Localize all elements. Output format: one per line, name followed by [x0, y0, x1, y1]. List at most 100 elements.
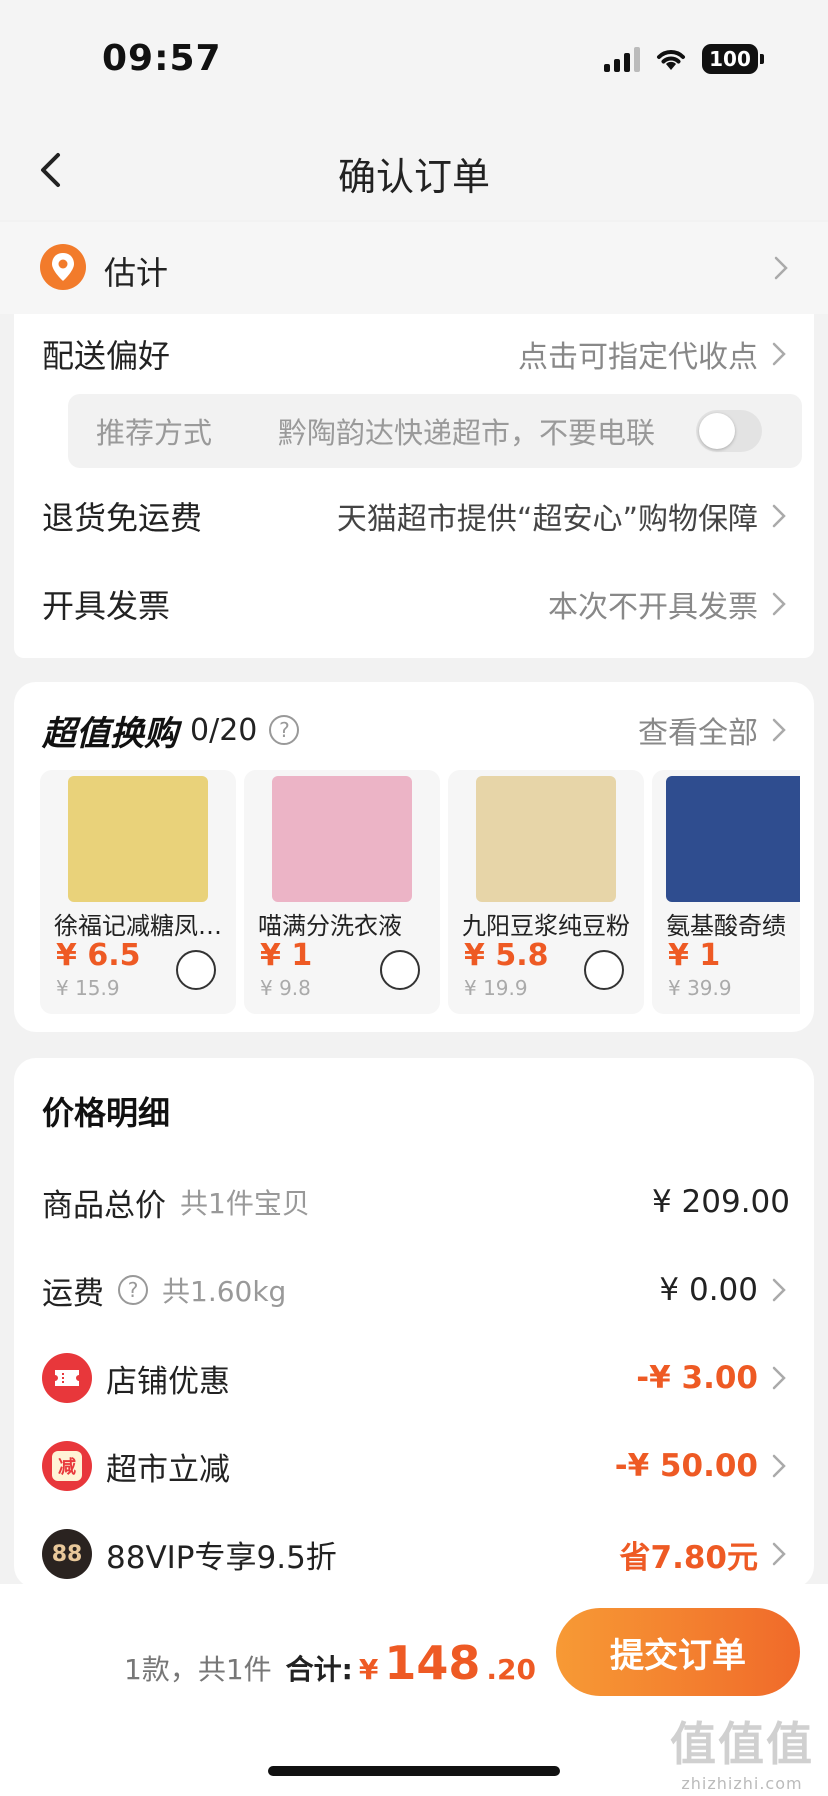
- chevron-right-icon: [768, 714, 790, 746]
- invoice-label: 开具发票: [42, 587, 171, 625]
- watermark-url: zhizhizhi.com: [681, 1774, 803, 1793]
- view-all-link[interactable]: 查看全部: [638, 708, 790, 752]
- delivery-preference-label: 配送偏好: [42, 337, 171, 375]
- product-original-price: ¥ 9.8: [260, 976, 311, 1000]
- price-detail-card: 价格明细 商品总价 共1件宝贝 ¥ 209.00 运费 ? 共1.60kg ¥ …: [14, 1058, 814, 1588]
- return-shipping-value: 天猫超市提供“超安心”购物保障: [336, 502, 758, 537]
- goods-total-row: 商品总价 共1件宝贝 ¥ 209.00: [42, 1172, 790, 1232]
- product-image: [476, 776, 616, 902]
- product-image: [272, 776, 412, 902]
- watermark: 值值值 zhizhizhi.com: [670, 1708, 814, 1793]
- product-image: [666, 776, 800, 902]
- product-image: [68, 776, 208, 902]
- value-swap-count: 0/20: [190, 712, 258, 748]
- product-name: 徐福记减糖凤梨酥: [54, 912, 230, 940]
- product-select-radio[interactable]: [584, 950, 624, 990]
- product-price: ¥ 5.8: [464, 938, 549, 973]
- order-summary: 1款，共1件 合计: ¥ 148 .20: [124, 1636, 536, 1690]
- page-title: 确认订单: [337, 155, 490, 199]
- shop-discount-row[interactable]: 店铺优惠 -¥ 3.00: [42, 1348, 790, 1408]
- chevron-right-icon: [768, 1450, 790, 1482]
- location-pin-icon: [40, 244, 86, 290]
- watermark-logo: 值值值: [670, 1717, 814, 1771]
- invoice-value: 本次不开具发票: [548, 590, 758, 625]
- discount-badge-icon: 减: [42, 1441, 92, 1491]
- total-label: 合计:: [285, 1653, 353, 1686]
- help-icon[interactable]: ?: [269, 715, 300, 745]
- total-integer: 148: [384, 1636, 481, 1690]
- delivery-preference-row[interactable]: 配送偏好 点击可指定代收点: [42, 326, 790, 382]
- address-text: 估计: [104, 254, 169, 292]
- vip-discount-label: 88VIP专享9.5折: [106, 1539, 337, 1576]
- status-time: 09:57: [102, 38, 222, 79]
- view-all-label: 查看全部: [638, 716, 758, 751]
- product-original-price: ¥ 19.9: [464, 976, 528, 1000]
- shop-discount-value: -¥ 3.00: [636, 1360, 758, 1396]
- total-currency: ¥: [358, 1653, 379, 1686]
- product-price: ¥ 6.5: [56, 938, 141, 973]
- shipping-weight: 共1.60kg: [162, 1275, 287, 1308]
- product-original-price: ¥ 39.9: [668, 976, 732, 1000]
- swap-product-list: 徐福记减糖凤梨酥 ¥ 6.5 ¥ 15.9 喵满分洗衣液 ¥ 1 ¥ 9.8 九…: [40, 770, 800, 1014]
- shop-discount-label: 店铺优惠: [106, 1363, 230, 1400]
- value-swap-card: 超值换购 0/20 ? 查看全部 徐福记减糖凤梨酥 ¥ 6.5 ¥ 15.9 喵…: [14, 682, 814, 1032]
- product-name: 氨基酸奇绩: [666, 912, 786, 940]
- chevron-right-icon: [770, 252, 792, 284]
- price-detail-title: 价格明细: [42, 1094, 171, 1132]
- goods-total-label: 商品总价: [42, 1187, 166, 1224]
- battery-icon: 100: [702, 44, 764, 74]
- swap-product-card[interactable]: 徐福记减糖凤梨酥 ¥ 6.5 ¥ 15.9: [40, 770, 236, 1014]
- market-discount-label: 超市立减: [106, 1451, 230, 1488]
- discount-badge-char: 减: [52, 1451, 82, 1481]
- status-bar: 09:57 100: [0, 0, 828, 120]
- product-original-price: ¥ 15.9: [56, 976, 120, 1000]
- item-count: 1款，共1件: [124, 1653, 272, 1686]
- product-price: ¥ 1: [260, 938, 313, 973]
- wifi-icon: [657, 50, 685, 70]
- address-row[interactable]: 估计: [0, 222, 828, 314]
- swap-product-card[interactable]: 氨基酸奇绩 ¥ 1 ¥ 39.9: [652, 770, 800, 1014]
- chevron-right-icon: [768, 588, 790, 620]
- market-discount-row[interactable]: 减 超市立减 -¥ 50.00: [42, 1436, 790, 1496]
- recommended-method-value: 黔陶韵达快递超市，不要电联: [278, 416, 656, 450]
- invoice-row[interactable]: 开具发票 本次不开具发票: [42, 576, 790, 632]
- product-select-radio[interactable]: [176, 950, 216, 990]
- shipping-label: 运费: [42, 1275, 104, 1312]
- swap-product-card[interactable]: 喵满分洗衣液 ¥ 1 ¥ 9.8: [244, 770, 440, 1014]
- chevron-right-icon: [768, 338, 790, 370]
- vip-discount-value: 省7.80元: [619, 1539, 759, 1576]
- swap-product-card[interactable]: 九阳豆浆纯豆粉 ¥ 5.8 ¥ 19.9: [448, 770, 644, 1014]
- delivery-preference-value: 点击可指定代收点: [518, 340, 758, 375]
- signal-icon: [604, 46, 640, 72]
- recommended-method-box: 推荐方式 黔陶韵达快递超市，不要电联: [68, 394, 802, 468]
- product-select-radio[interactable]: [380, 950, 420, 990]
- toggle-knob: [699, 413, 735, 449]
- checkout-bar: 1款，共1件 合计: ¥ 148 .20 提交订单 值值值 zhizhizhi.…: [0, 1584, 828, 1796]
- vip-discount-row[interactable]: 88 88VIP专享9.5折 省7.80元: [42, 1524, 790, 1584]
- submit-order-button[interactable]: 提交订单: [556, 1608, 800, 1696]
- product-name: 九阳豆浆纯豆粉: [462, 912, 630, 940]
- chevron-right-icon: [768, 1274, 790, 1306]
- total-decimal: .20: [486, 1653, 536, 1686]
- product-price: ¥ 1: [668, 938, 721, 973]
- shipping-row[interactable]: 运费 ? 共1.60kg ¥ 0.00: [42, 1260, 790, 1320]
- product-name: 喵满分洗衣液: [258, 912, 402, 940]
- chevron-right-icon: [768, 1362, 790, 1394]
- chevron-right-icon: [768, 500, 790, 532]
- recommended-method-label: 推荐方式: [96, 416, 213, 450]
- return-shipping-label: 退货免运费: [42, 499, 203, 537]
- value-swap-header: 超值换购 0/20 ? 查看全部: [42, 702, 790, 758]
- help-icon[interactable]: ?: [118, 1275, 148, 1305]
- goods-total-count: 共1件宝贝: [180, 1187, 310, 1220]
- nav-bar: 确认订单: [0, 120, 828, 220]
- status-icons: 100: [604, 44, 764, 74]
- order-options-card: 配送偏好 点击可指定代收点 推荐方式 黔陶韵达快递超市，不要电联 退货免运费 天…: [14, 314, 814, 658]
- return-shipping-row[interactable]: 退货免运费 天猫超市提供“超安心”购物保障: [42, 488, 790, 544]
- home-indicator[interactable]: [268, 1766, 560, 1776]
- value-swap-title: 超值换购: [42, 713, 178, 754]
- chevron-right-icon: [768, 1538, 790, 1570]
- market-discount-value: -¥ 50.00: [614, 1448, 758, 1484]
- coupon-icon: [42, 1353, 92, 1403]
- shipping-value: ¥ 0.00: [659, 1272, 758, 1308]
- recommended-method-toggle[interactable]: [696, 410, 762, 452]
